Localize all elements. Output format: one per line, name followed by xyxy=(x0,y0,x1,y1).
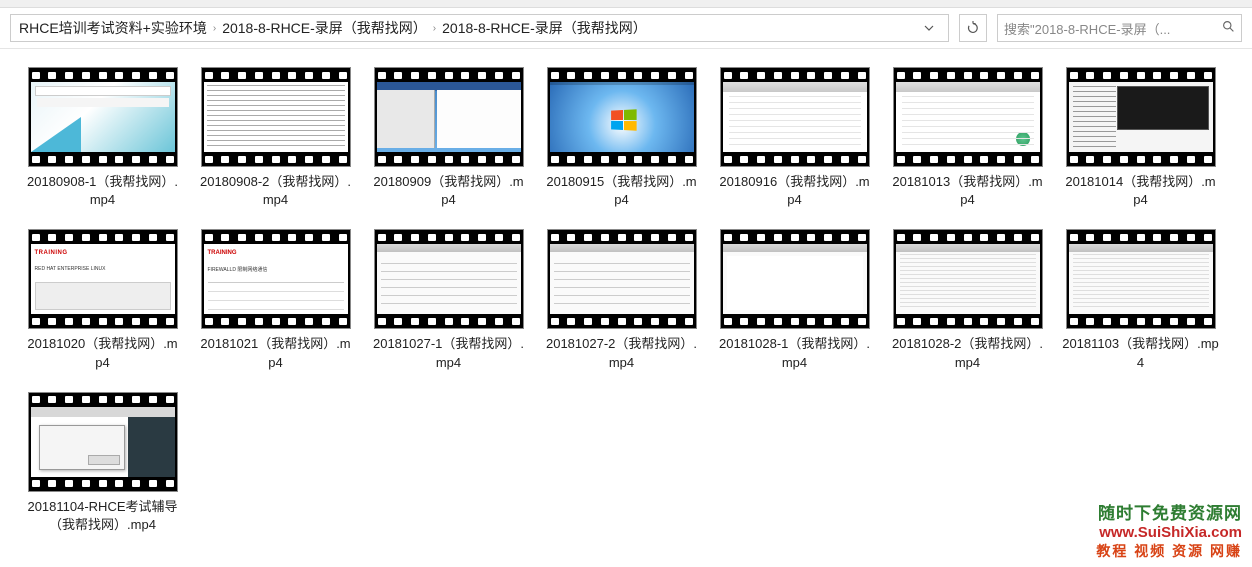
file-name-label: 20181021（我帮找网）.mp4 xyxy=(193,335,358,371)
file-name-label: 20181028-1（我帮找网）.mp4 xyxy=(712,335,877,371)
video-thumbnail xyxy=(28,67,178,167)
file-item[interactable]: 20181021（我帮找网）.mp4 xyxy=(193,229,358,371)
file-name-label: 20181027-1（我帮找网）.mp4 xyxy=(366,335,531,371)
file-item[interactable]: 20180908-2（我帮找网）.mp4 xyxy=(193,67,358,209)
file-name-label: 20180909（我帮找网）.mp4 xyxy=(366,173,531,209)
video-thumbnail xyxy=(374,229,524,329)
breadcrumb-item-1[interactable]: 2018-8-RHCE-录屏（我帮找网） xyxy=(222,18,427,38)
breadcrumb-item-0[interactable]: RHCE培训考试资料+实验环境 xyxy=(19,18,207,38)
video-thumbnail xyxy=(201,229,351,329)
chevron-right-icon: › xyxy=(433,23,436,34)
file-item[interactable]: 20181028-2（我帮找网）.mp4 xyxy=(885,229,1050,371)
video-thumbnail xyxy=(28,392,178,492)
file-grid: 20180908-1（我帮找网）.mp4 20180908-2（我帮找网）.mp… xyxy=(0,49,1252,552)
video-thumbnail xyxy=(1066,229,1216,329)
chevron-right-icon: › xyxy=(213,23,216,34)
refresh-button[interactable] xyxy=(959,14,987,42)
file-item[interactable]: 20180908-1（我帮找网）.mp4 xyxy=(20,67,185,209)
file-name-label: 20181013（我帮找网）.mp4 xyxy=(885,173,1050,209)
file-item[interactable]: 20180909（我帮找网）.mp4 xyxy=(366,67,531,209)
breadcrumb-item-2[interactable]: 2018-8-RHCE-录屏（我帮找网） xyxy=(442,18,647,38)
video-thumbnail xyxy=(28,229,178,329)
file-name-label: 20181020（我帮找网）.mp4 xyxy=(20,335,185,371)
video-thumbnail xyxy=(374,67,524,167)
file-name-label: 20181014（我帮找网）.mp4 xyxy=(1058,173,1223,209)
file-name-label: 20181103（我帮找网）.mp4 xyxy=(1058,335,1223,371)
video-thumbnail xyxy=(547,229,697,329)
file-name-label: 20181104-RHCE考试辅导（我帮找网）.mp4 xyxy=(20,498,185,534)
file-name-label: 20180908-1（我帮找网）.mp4 xyxy=(20,173,185,209)
video-thumbnail xyxy=(1066,67,1216,167)
file-item[interactable]: 20181020（我帮找网）.mp4 xyxy=(20,229,185,371)
search-input[interactable]: 搜索"2018-8-RHCE-录屏（... xyxy=(997,14,1242,42)
file-name-label: 20180916（我帮找网）.mp4 xyxy=(712,173,877,209)
video-thumbnail xyxy=(893,229,1043,329)
breadcrumb[interactable]: RHCE培训考试资料+实验环境 › 2018-8-RHCE-录屏（我帮找网） ›… xyxy=(10,14,949,42)
file-name-label: 20180915（我帮找网）.mp4 xyxy=(539,173,704,209)
file-name-label: 20181027-2（我帮找网）.mp4 xyxy=(539,335,704,371)
search-icon[interactable] xyxy=(1216,20,1235,36)
video-thumbnail xyxy=(893,67,1043,167)
file-item[interactable]: 20181104-RHCE考试辅导（我帮找网）.mp4 xyxy=(20,392,185,534)
file-item[interactable]: 20181027-1（我帮找网）.mp4 xyxy=(366,229,531,371)
breadcrumb-dropdown-icon[interactable] xyxy=(918,20,940,36)
file-item[interactable]: 20181014（我帮找网）.mp4 xyxy=(1058,67,1223,209)
video-thumbnail xyxy=(547,67,697,167)
video-thumbnail xyxy=(720,67,870,167)
file-name-label: 20181028-2（我帮找网）.mp4 xyxy=(885,335,1050,371)
address-bar: RHCE培训考试资料+实验环境 › 2018-8-RHCE-录屏（我帮找网） ›… xyxy=(0,8,1252,49)
search-placeholder: 搜索"2018-8-RHCE-录屏（... xyxy=(1004,19,1216,38)
video-thumbnail xyxy=(201,67,351,167)
file-item[interactable]: 20180915（我帮找网）.mp4 xyxy=(539,67,704,209)
file-item[interactable]: 20181027-2（我帮找网）.mp4 xyxy=(539,229,704,371)
file-name-label: 20180908-2（我帮找网）.mp4 xyxy=(193,173,358,209)
toolbar xyxy=(0,0,1252,8)
file-item[interactable]: 20181103（我帮找网）.mp4 xyxy=(1058,229,1223,371)
file-item[interactable]: 20181028-1（我帮找网）.mp4 xyxy=(712,229,877,371)
video-thumbnail xyxy=(720,229,870,329)
file-item[interactable]: 20180916（我帮找网）.mp4 xyxy=(712,67,877,209)
file-item[interactable]: 20181013（我帮找网）.mp4 xyxy=(885,67,1050,209)
